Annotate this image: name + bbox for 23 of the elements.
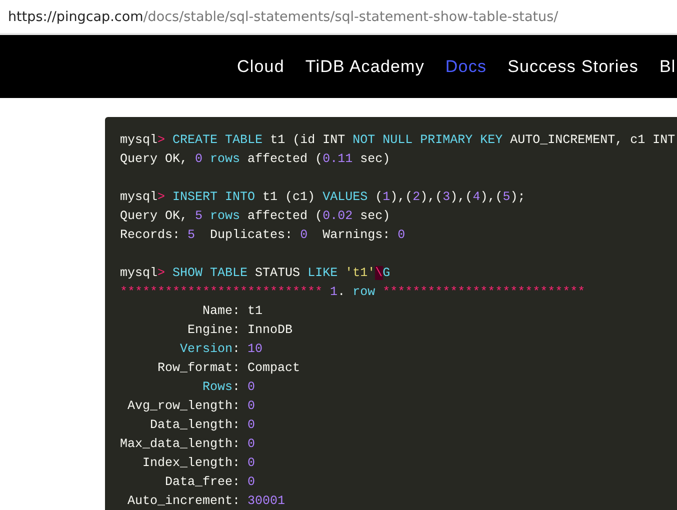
- code-line: Records: 5 Duplicates: 0 Warnings: 0: [120, 227, 406, 244]
- code-line: Row_format: Compact: [156, 360, 300, 377]
- code-line: Version: 10: [179, 341, 263, 358]
- code-line: Avg_row_length: 0: [126, 398, 256, 415]
- code-line: Data_free: 0: [164, 474, 256, 491]
- code-line: mysql> INSERT INTO t1 (c1) VALUES (1),(2),(3),(4),(5);: [120, 189, 526, 206]
- code-line: Name: t1: [202, 303, 263, 320]
- code-line: Index_length: 0: [142, 455, 256, 472]
- code-line: Auto_increment: 30001: [126, 493, 286, 510]
- code-line: mysql> SHOW TABLE STATUS LIKE 't1'\G: [120, 265, 390, 282]
- code-line: *************************** 1. row ***************************: [120, 284, 586, 301]
- code-line: Rows: 0: [202, 379, 256, 396]
- code-line: Query OK, 5 rows affected (0.02 sec): [120, 208, 390, 225]
- code-line: Engine: InnoDB: [186, 322, 293, 339]
- nav-link[interactable]: Docs: [445, 56, 487, 76]
- nav-link[interactable]: TiDB Academy: [305, 56, 424, 76]
- nav-link[interactable]: Cloud: [237, 56, 284, 76]
- nav-link[interactable]: Success Stories: [508, 56, 638, 76]
- code-line: mysql> CREATE TABLE t1 (id INT NOT NULL PRIMARY KEY AUTO_INCREMENT, c1 INT: [120, 132, 676, 149]
- code-line: Data_length: 0: [149, 417, 256, 434]
- nav-link[interactable]: Bl: [659, 56, 676, 76]
- code-line: Query OK, 0 rows affected (0.11 sec): [120, 151, 390, 168]
- code-line: Max_data_length: 0: [120, 436, 256, 453]
